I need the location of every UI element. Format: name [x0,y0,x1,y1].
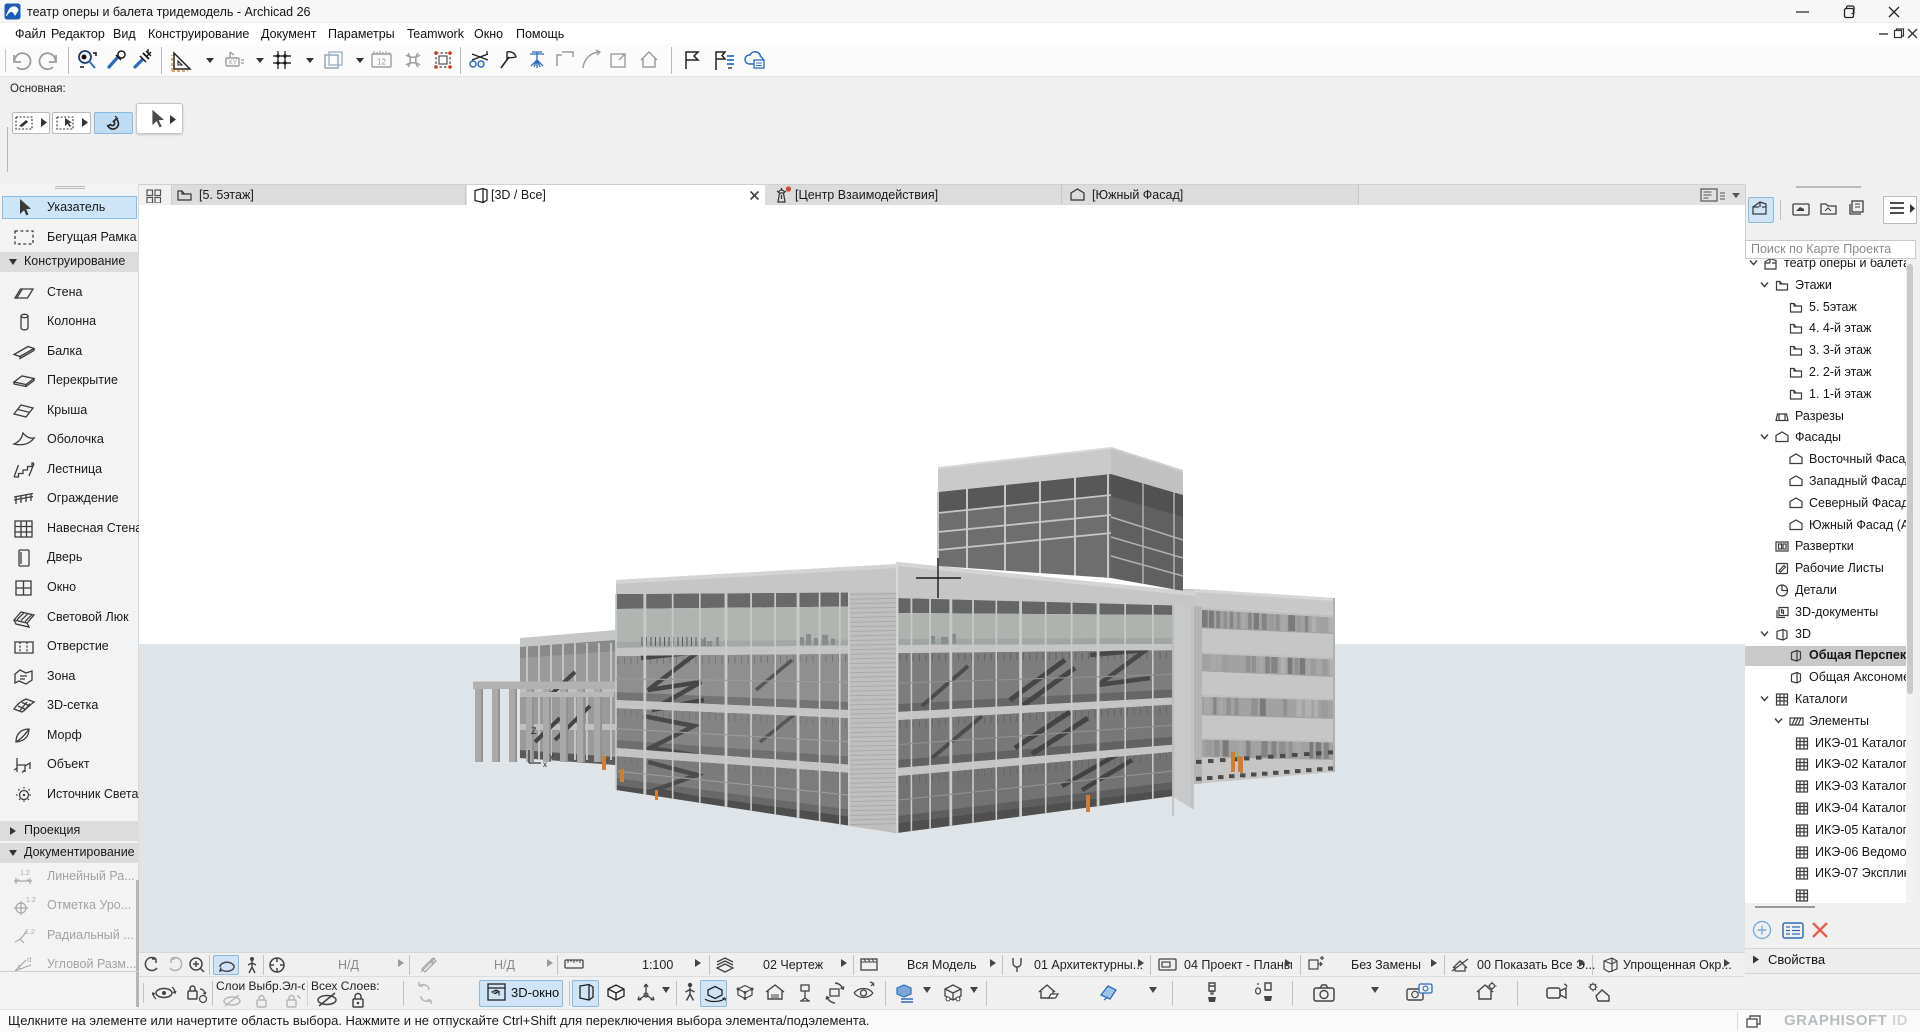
svg-text:y: y [549,752,553,761]
svg-text:1.2: 1.2 [25,929,35,936]
svg-text:12: 12 [377,58,386,67]
svg-text:α: α [27,955,32,964]
svg-text:Z: Z [531,726,537,736]
svg-text:XY: XY [228,60,238,67]
svg-text:x: x [543,760,547,769]
svg-text:1.2: 1.2 [20,870,30,877]
svg-text:1.2: 1.2 [26,897,36,904]
